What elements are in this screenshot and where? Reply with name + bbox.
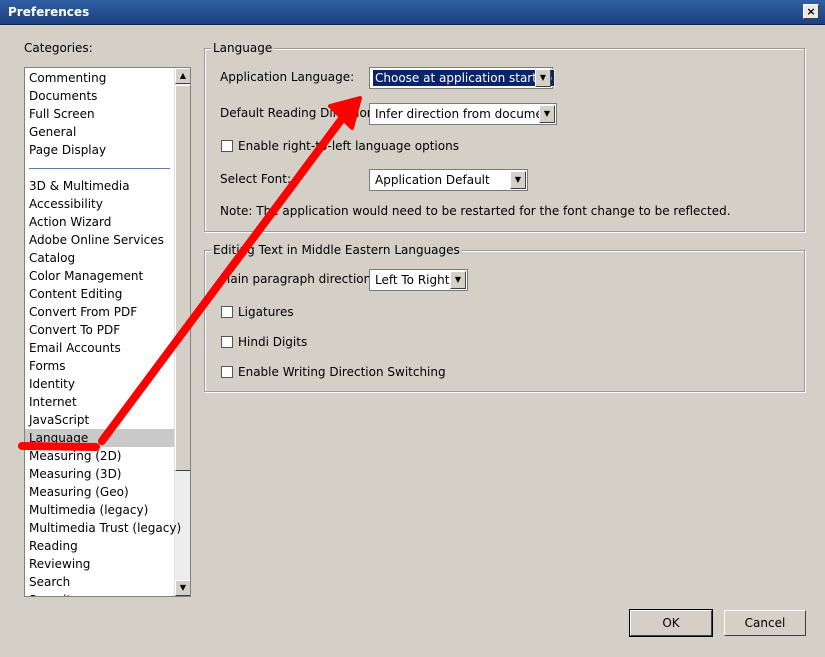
- close-icon: ×: [806, 5, 816, 18]
- scroll-down-button[interactable]: ▼: [175, 580, 190, 596]
- paragraph-direction-select[interactable]: Left To Right ▼: [369, 269, 468, 291]
- category-item[interactable]: Convert To PDF: [29, 321, 120, 339]
- hindi-digits-checkbox[interactable]: [221, 336, 233, 348]
- category-item[interactable]: General: [29, 123, 76, 141]
- restart-note: Note: The application would need to be r…: [220, 204, 731, 218]
- close-button[interactable]: ×: [803, 4, 819, 19]
- category-item[interactable]: Forms: [29, 357, 65, 375]
- categories-list[interactable]: ▲ ▼ Commenting Documents Full Screen Genera…: [24, 67, 191, 597]
- middle-eastern-group-legend: Editing Text in Middle Eastern Languages: [211, 243, 462, 257]
- title-bar: Preferences ×: [0, 0, 825, 25]
- down-arrow-icon: ▼: [179, 583, 187, 592]
- category-item[interactable]: Full Screen: [29, 105, 95, 123]
- category-item[interactable]: Reading: [29, 537, 78, 555]
- select-font-select[interactable]: Application Default ▼: [369, 169, 528, 191]
- category-item[interactable]: 3D & Multimedia: [29, 177, 130, 195]
- dropdown-arrow-icon[interactable]: ▼: [539, 105, 555, 123]
- ok-button[interactable]: OK: [629, 609, 713, 637]
- category-item[interactable]: Multimedia (legacy): [29, 501, 148, 519]
- category-item[interactable]: JavaScript: [29, 411, 89, 429]
- writing-direction-label: Enable Writing Direction Switching: [238, 365, 446, 379]
- paragraph-direction-label: Main paragraph direction:: [220, 272, 376, 286]
- category-item[interactable]: Email Accounts: [29, 339, 121, 357]
- reading-direction-select[interactable]: Infer direction from document ▼: [369, 103, 557, 125]
- category-item[interactable]: Content Editing: [29, 285, 122, 303]
- category-item[interactable]: Documents: [29, 87, 97, 105]
- select-font-value: Application Default: [375, 173, 490, 187]
- category-item[interactable]: Language: [29, 429, 88, 447]
- rtl-options-checkbox[interactable]: [221, 140, 233, 152]
- language-group-legend: Language: [211, 41, 275, 55]
- category-item[interactable]: Measuring (3D): [29, 465, 122, 483]
- category-item[interactable]: Security: [29, 591, 78, 596]
- category-item[interactable]: Search: [29, 573, 70, 591]
- category-item[interactable]: Internet: [29, 393, 77, 411]
- ligatures-label: Ligatures: [238, 305, 294, 319]
- category-item[interactable]: Convert From PDF: [29, 303, 137, 321]
- list-separator: [29, 168, 170, 169]
- category-item[interactable]: Measuring (Geo): [29, 483, 129, 501]
- hindi-digits-label: Hindi Digits: [238, 335, 308, 349]
- dropdown-arrow-icon[interactable]: ▼: [450, 271, 466, 289]
- category-item[interactable]: Multimedia Trust (legacy): [29, 519, 181, 537]
- category-item[interactable]: Color Management: [29, 267, 143, 285]
- scroll-up-button[interactable]: ▲: [175, 68, 190, 84]
- select-font-label: Select Font:: [220, 172, 292, 186]
- app-language-select[interactable]: Choose at application startup ▼: [369, 67, 556, 89]
- categories-scrollbar[interactable]: ▲ ▼: [174, 68, 190, 596]
- scroll-thumb[interactable]: [175, 85, 190, 471]
- ligatures-checkbox[interactable]: [221, 306, 233, 318]
- category-item[interactable]: Catalog: [29, 249, 75, 267]
- app-language-label: Application Language:: [220, 70, 355, 84]
- category-item[interactable]: Page Display: [29, 141, 106, 159]
- rtl-options-label: Enable right-to-left language options: [238, 139, 459, 153]
- reading-direction-value: Infer direction from document: [375, 107, 556, 121]
- dropdown-arrow-icon[interactable]: ▼: [535, 69, 551, 87]
- category-item[interactable]: Identity: [29, 375, 75, 393]
- reading-direction-label: Default Reading Direction:: [220, 106, 379, 120]
- category-item[interactable]: Reviewing: [29, 555, 90, 573]
- category-item[interactable]: Commenting: [29, 69, 106, 87]
- writing-direction-checkbox[interactable]: [221, 366, 233, 378]
- category-item[interactable]: Measuring (2D): [29, 447, 122, 465]
- cancel-button[interactable]: Cancel: [724, 610, 806, 636]
- category-item[interactable]: Action Wizard: [29, 213, 111, 231]
- up-arrow-icon: ▲: [179, 71, 187, 80]
- window-title: Preferences: [8, 5, 90, 19]
- paragraph-direction-value: Left To Right: [375, 273, 450, 287]
- app-language-value: Choose at application startup: [371, 69, 556, 87]
- category-item[interactable]: Adobe Online Services: [29, 231, 164, 249]
- categories-heading: Categories:: [24, 41, 93, 55]
- category-item[interactable]: Accessibility: [29, 195, 103, 213]
- dropdown-arrow-icon[interactable]: ▼: [510, 171, 526, 189]
